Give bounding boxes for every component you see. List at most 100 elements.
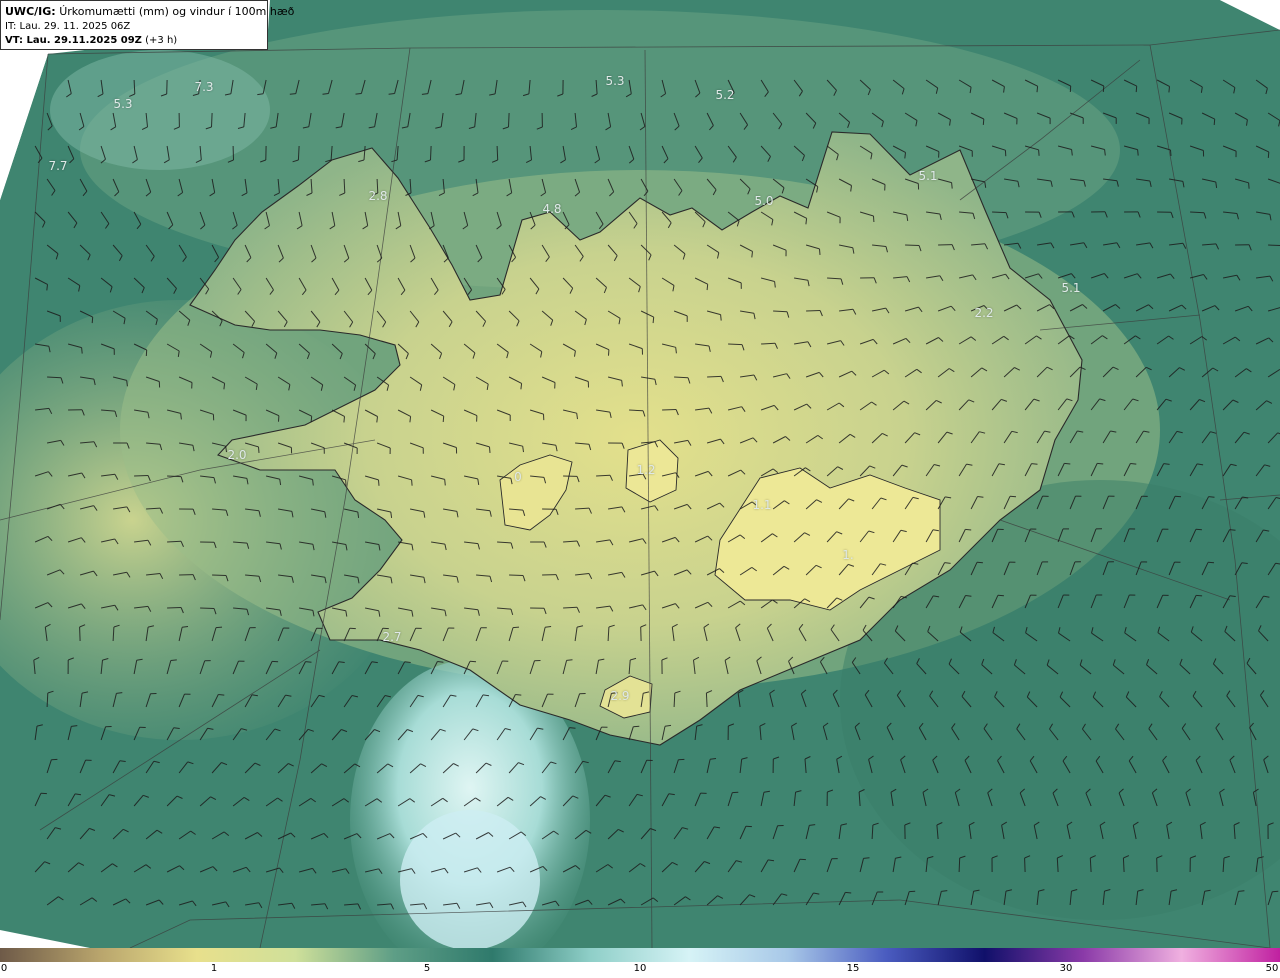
wind-barb-feather (322, 93, 329, 95)
field-value-label: 7.7 (48, 159, 68, 173)
wind-barb (728, 343, 743, 346)
wind-barb-feather (1036, 86, 1039, 93)
wind-barb-feather (289, 93, 296, 95)
wind-barb (1268, 244, 1280, 247)
wind-barb-feather (751, 251, 753, 258)
colorbar (0, 948, 1280, 962)
wind-barb-feather (621, 380, 623, 387)
field-value-label: 2.0 (227, 448, 247, 462)
wind-barb-feather (965, 528, 972, 531)
wind-barb-feather (312, 479, 314, 486)
wind-barb-feather (81, 347, 83, 354)
wind-barb-feather (774, 281, 776, 288)
wind-barb-feather (1168, 86, 1170, 93)
valid-time: VT: Lau. 29.11.2025 09Z (5, 35, 142, 46)
wind-barb-feather (904, 152, 906, 159)
wind-barb-feather (215, 626, 223, 629)
wind-barb-feather (1135, 86, 1138, 93)
wind-barb-feather (845, 891, 852, 894)
field-value-label: 5.2 (715, 88, 735, 102)
field-value-label: 2.2 (974, 306, 994, 320)
field-value-label: 1.2 (636, 463, 656, 477)
field-value-label: 1.1 (752, 498, 772, 512)
wind-barb-feather (310, 416, 313, 423)
wind-barb-feather (1130, 463, 1137, 465)
wind-barb-feather (437, 661, 444, 663)
wind-barb-feather (951, 182, 953, 189)
wind-barb-feather (1229, 529, 1236, 531)
colorbar-tick-label: 0 (0, 963, 8, 974)
wind-barb-feather (977, 496, 984, 498)
field-value-label: 0 (514, 470, 522, 484)
field-value-label: 7.3 (194, 80, 214, 94)
wind-barb-feather (1208, 561, 1215, 564)
wind-barb-feather (652, 317, 655, 324)
wind-barb-feather (411, 479, 413, 486)
wind-barb-feather (355, 93, 362, 95)
wind-barb-feather (1104, 149, 1106, 156)
wind-barb-feather (305, 661, 312, 663)
wind-barb-feather (515, 694, 522, 696)
field-value-label: 5.1 (1061, 281, 1081, 295)
wind-barb (211, 112, 213, 128)
wind-barb (200, 607, 215, 609)
wind-barb-feather (1170, 149, 1172, 156)
wind-barb-feather (1267, 151, 1270, 158)
wind-barb-feather (489, 446, 491, 453)
wind-barb-feather (1102, 85, 1105, 92)
colorbar-tick-label: 30 (1059, 963, 1073, 974)
wind-barb (509, 574, 524, 576)
wind-barb-feather (442, 416, 445, 423)
wind-barb-feather (863, 857, 870, 859)
wind-barb-feather (1137, 149, 1139, 156)
wind-barb-feather (805, 218, 808, 225)
wind-barb-feather (126, 380, 128, 387)
wind-barb (167, 607, 182, 609)
colorbar-tick-label: 5 (423, 963, 431, 974)
wind-barb (1122, 857, 1125, 873)
wind-barb-feather (378, 479, 380, 486)
wind-barb (134, 475, 149, 477)
colorbar-tick-label: 10 (633, 963, 647, 974)
wind-barb (596, 474, 611, 477)
wind-barb-feather (566, 659, 573, 661)
field-value-label: 2.7 (382, 630, 402, 644)
wind-barb-feather (91, 317, 94, 324)
wind-barb-feather (409, 416, 412, 423)
wind-barb (167, 540, 182, 543)
wind-barb-feather (180, 413, 182, 420)
wind-barb-feather (520, 383, 523, 390)
wind-barb-feather (1174, 495, 1182, 498)
wind-barb-feather (1038, 149, 1040, 156)
wind-barb (958, 857, 961, 873)
wind-barb-feather (675, 347, 677, 354)
wind-barb-feather (569, 727, 576, 729)
field-value-label: 4.8 (542, 202, 562, 216)
wind-barb-feather (1031, 463, 1038, 465)
wind-barb-feather (1196, 594, 1203, 597)
wind-barb-feather (1213, 119, 1216, 126)
product-code: UWC/IG: (5, 5, 56, 18)
wind-barb (992, 211, 1007, 214)
wind-barb-feather (1208, 496, 1215, 498)
wind-barb-feather (258, 446, 260, 453)
wind-barb (496, 145, 499, 161)
wind-barb (705, 692, 708, 708)
wind-barb (673, 692, 676, 708)
info-box: UWC/IG: Úrkomumætti (mm) og vindur í 100… (0, 0, 294, 50)
wind-barb-feather (376, 416, 378, 423)
wind-barb (167, 475, 182, 478)
wind-barb (806, 310, 821, 312)
field-value-label: 5.1 (918, 169, 938, 183)
initial-time: IT: Lau. 29. 11. 2025 06Z (5, 21, 131, 32)
wind-barb (297, 145, 300, 161)
wind-barb-feather (706, 284, 709, 291)
wind-barb (46, 692, 49, 708)
wind-barb-feather (720, 314, 722, 321)
wind-barb (563, 606, 578, 609)
wind-barb-feather (1097, 462, 1104, 465)
colorbar-tick-label: 15 (846, 963, 860, 974)
wind-barb-feather (218, 694, 225, 696)
wind-barb (662, 409, 677, 411)
wind-barb (430, 145, 432, 161)
